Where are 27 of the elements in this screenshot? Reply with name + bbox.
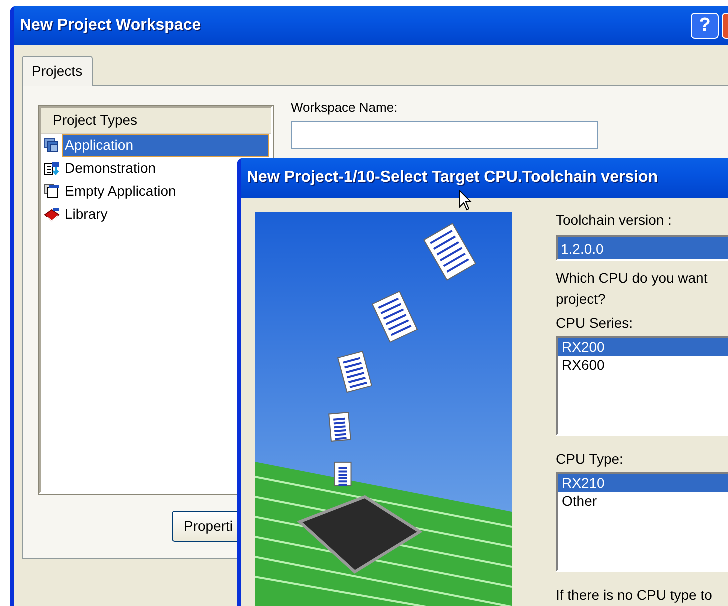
note-text: If there is no CPU type to xyxy=(556,586,714,605)
input-field[interactable] xyxy=(291,120,598,148)
list-item[interactable]: Application xyxy=(63,135,268,156)
field-label: Workspace Name: xyxy=(291,99,399,117)
list-item[interactable]: RX210 xyxy=(558,474,728,492)
toolchain-select[interactable]: 1.2.0.0 xyxy=(556,235,728,261)
field-label: Toolchain version : xyxy=(556,211,673,230)
list-header: Project Types xyxy=(41,108,271,134)
list-item[interactable]: RX200 xyxy=(558,338,728,356)
book-icon xyxy=(44,206,60,222)
list-item[interactable]: Empty Application xyxy=(63,181,178,202)
list-item[interactable]: Other xyxy=(558,492,728,510)
application-icon xyxy=(44,138,60,154)
cursor-icon xyxy=(459,190,473,212)
field-label: CPU Type: xyxy=(556,450,624,469)
question-text: Which CPU do you want xyxy=(556,268,709,288)
window-title: New Project Workspace xyxy=(20,16,202,36)
field-label: CPU Series: xyxy=(556,314,634,333)
tab[interactable]: Projects xyxy=(22,56,93,86)
list-item[interactable]: RX600 xyxy=(558,356,728,374)
help-button[interactable]: ? xyxy=(691,12,719,38)
list-item[interactable]: Demonstration xyxy=(63,158,158,179)
list-item[interactable]: Library xyxy=(63,204,110,225)
question-text: project? xyxy=(556,290,607,309)
dialog-title: New Project-1/10-Select Target CPU.Toolchain version xyxy=(247,168,660,188)
windows-icon xyxy=(44,184,60,200)
document-arrow-icon xyxy=(44,160,60,176)
